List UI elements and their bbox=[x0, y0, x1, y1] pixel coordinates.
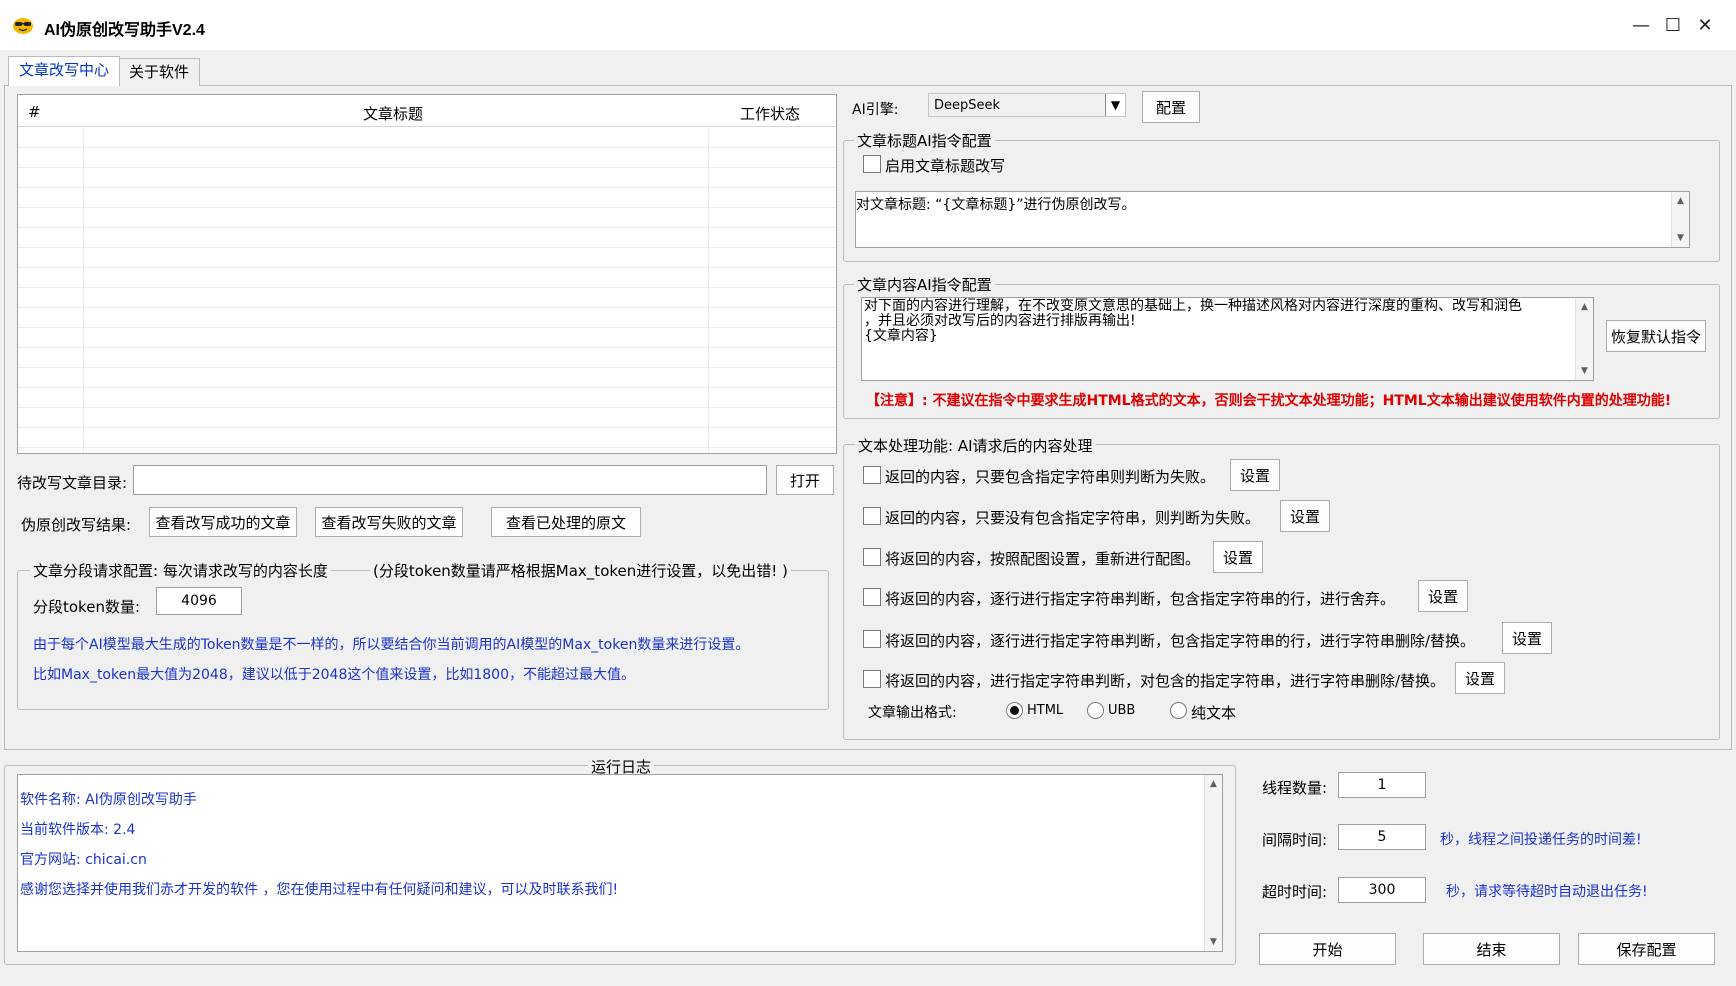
column-divider bbox=[708, 128, 709, 453]
scroll-up-icon[interactable]: ▲ bbox=[1576, 298, 1593, 316]
token-count-label: 分段token数量: bbox=[33, 598, 140, 616]
scroll-down-icon[interactable]: ▼ bbox=[1672, 229, 1689, 247]
ai-engine-selected-value: DeepSeek bbox=[934, 97, 1001, 113]
timeout-input[interactable]: 300 bbox=[1338, 877, 1426, 903]
minimize-button[interactable]: — bbox=[1624, 10, 1658, 40]
token-info-line-2: 比如Max_token最大值为2048，建议以低于2048这个值来设置，比如18… bbox=[33, 667, 635, 683]
content-prompt-legend: 文章内容AI指令配置 bbox=[854, 274, 995, 295]
save-config-button[interactable]: 保存配置 bbox=[1578, 933, 1715, 965]
table-header: # 文章标题 工作状态 bbox=[18, 95, 836, 127]
title-prompt-text: 对文章标题: “{文章标题}”进行伪原创改写。 bbox=[856, 197, 1136, 213]
title-prompt-textarea[interactable]: 对文章标题: “{文章标题}”进行伪原创改写。 ▲ ▼ bbox=[855, 191, 1690, 248]
content-prompt-scrollbar[interactable]: ▲ ▼ bbox=[1575, 298, 1593, 380]
option-label-1: 返回的内容，只要包含指定字符串则判断为失败。 bbox=[885, 468, 1216, 486]
chevron-down-icon[interactable]: ▼ bbox=[1105, 94, 1125, 116]
scroll-down-icon[interactable]: ▼ bbox=[1205, 933, 1222, 951]
option-checkbox-6[interactable] bbox=[863, 670, 881, 688]
output-format-label: 文章输出格式: bbox=[868, 705, 957, 721]
run-log-scrollbar[interactable]: ▲ ▼ bbox=[1204, 775, 1222, 951]
restore-default-prompt-button[interactable]: 恢复默认指令 bbox=[1606, 320, 1706, 352]
option-label-5: 将返回的内容，逐行进行指定字符串判断，包含指定字符串的行，进行字符串删除/替换。 bbox=[885, 632, 1476, 650]
option-settings-button-4[interactable]: 设置 bbox=[1418, 580, 1468, 612]
option-label-6: 将返回的内容，进行指定字符串判断，对包含的指定字符串，进行字符串删除/替换。 bbox=[885, 672, 1446, 690]
enable-title-rewrite-label: 启用文章标题改写 bbox=[885, 157, 1006, 175]
segment-config-note: (分段token数量请严格根据Max_token进行设置，以免出错! ) bbox=[370, 560, 791, 581]
window-title: AI伪原创改写助手V2.4 bbox=[44, 22, 205, 39]
open-directory-button[interactable]: 打开 bbox=[776, 465, 834, 495]
column-header-index[interactable]: # bbox=[28, 103, 41, 121]
tab-rewrite-center[interactable]: 文章改写中心 bbox=[8, 56, 121, 86]
view-processed-button[interactable]: 查看已处理的原文 bbox=[491, 507, 641, 537]
run-log-textarea[interactable]: 软件名称: AI伪原创改写助手 当前软件版本: 2.4 官方网站: chicai… bbox=[17, 774, 1223, 952]
timeout-label: 超时时间: bbox=[1262, 883, 1328, 901]
tab-about[interactable]: 关于软件 bbox=[118, 58, 201, 86]
option-checkbox-1[interactable] bbox=[863, 466, 881, 484]
option-settings-button-1[interactable]: 设置 bbox=[1230, 459, 1280, 491]
column-header-status[interactable]: 工作状态 bbox=[740, 103, 800, 124]
scroll-up-icon[interactable]: ▲ bbox=[1205, 775, 1222, 793]
format-radio-plaintext[interactable] bbox=[1170, 702, 1187, 719]
text-processing-legend: 文本处理功能: AI请求后的内容处理 bbox=[855, 435, 1096, 456]
option-settings-button-6[interactable]: 设置 bbox=[1455, 662, 1505, 694]
content-prompt-line-2: ，并且必须对改写后的内容进行排版再输出! bbox=[864, 313, 1136, 329]
option-settings-button-5[interactable]: 设置 bbox=[1502, 622, 1552, 654]
option-label-2: 返回的内容，只要没有包含指定字符串，则判断为失败。 bbox=[885, 509, 1261, 527]
format-label-plaintext: 纯文本 bbox=[1191, 704, 1237, 722]
option-checkbox-4[interactable] bbox=[863, 588, 881, 606]
maximize-button[interactable]: ☐ bbox=[1656, 10, 1690, 40]
thread-count-input[interactable]: 1 bbox=[1338, 772, 1426, 798]
log-line-1: 软件名称: AI伪原创改写助手 bbox=[20, 792, 197, 808]
ai-engine-label: AI引擎: bbox=[852, 102, 899, 118]
option-checkbox-3[interactable] bbox=[863, 548, 881, 566]
token-info-line-1: 由于每个AI模型最大生成的Token数量是不一样的，所以要结合你当前调用的AI模… bbox=[33, 637, 750, 653]
format-label-ubb: UBB bbox=[1108, 703, 1136, 718]
directory-label: 待改写文章目录: bbox=[17, 474, 128, 492]
engine-config-button[interactable]: 配置 bbox=[1142, 91, 1200, 123]
content-prompt-line-3: {文章内容} bbox=[864, 328, 938, 344]
column-header-title[interactable]: 文章标题 bbox=[363, 103, 423, 124]
directory-input[interactable] bbox=[133, 465, 767, 495]
option-label-4: 将返回的内容，逐行进行指定字符串判断，包含指定字符串的行，进行舍弃。 bbox=[885, 590, 1396, 608]
thread-count-label: 线程数量: bbox=[1262, 779, 1328, 797]
title-prompt-scrollbar[interactable]: ▲ ▼ bbox=[1671, 192, 1689, 247]
format-radio-ubb[interactable] bbox=[1087, 702, 1104, 719]
view-failed-button[interactable]: 查看改写失败的文章 bbox=[315, 507, 463, 537]
app-logo-icon bbox=[12, 16, 34, 34]
segment-config-legend: 文章分段请求配置: 每次请求改写的内容长度 bbox=[30, 560, 331, 581]
enable-title-rewrite-checkbox[interactable] bbox=[863, 155, 881, 173]
close-button[interactable]: ✕ bbox=[1688, 10, 1722, 40]
scroll-down-icon[interactable]: ▼ bbox=[1576, 362, 1593, 380]
log-line-2: 当前软件版本: 2.4 bbox=[20, 822, 136, 838]
log-line-4: 感谢您选择并使用我们赤才开发的软件 ，您在使用过程中有任何疑问和建议，可以及时联… bbox=[20, 882, 619, 898]
token-count-input[interactable]: 4096 bbox=[156, 587, 242, 615]
article-table[interactable]: # 文章标题 工作状态 bbox=[17, 94, 837, 454]
interval-note: 秒，线程之间投递任务的时间差! bbox=[1440, 832, 1642, 848]
log-line-3: 官方网站: chicai.cn bbox=[20, 852, 147, 868]
interval-label: 间隔时间: bbox=[1262, 831, 1328, 849]
title-bar bbox=[0, 0, 1736, 50]
view-success-button[interactable]: 查看改写成功的文章 bbox=[149, 507, 297, 537]
interval-input[interactable]: 5 bbox=[1338, 824, 1426, 850]
option-settings-button-2[interactable]: 设置 bbox=[1280, 500, 1330, 532]
content-prompt-line-1: 对下面的内容进行理解，在不改变原文意思的基础上，换一种描述风格对内容进行深度的重… bbox=[864, 298, 1522, 314]
option-checkbox-2[interactable] bbox=[863, 507, 881, 525]
content-prompt-textarea[interactable]: 对下面的内容进行理解，在不改变原文意思的基础上，换一种描述风格对内容进行深度的重… bbox=[861, 297, 1594, 381]
option-label-3: 将返回的内容，按照配图设置，重新进行配图。 bbox=[885, 550, 1201, 568]
column-divider bbox=[83, 128, 84, 453]
start-button[interactable]: 开始 bbox=[1259, 933, 1396, 965]
title-prompt-legend: 文章标题AI指令配置 bbox=[854, 130, 995, 151]
stop-button[interactable]: 结束 bbox=[1423, 933, 1560, 965]
results-label: 伪原创改写结果: bbox=[21, 516, 132, 534]
html-warning-text: 【注意】: 不建议在指令中要求生成HTML格式的文本，否则会干扰文本处理功能；H… bbox=[866, 393, 1672, 409]
ai-engine-select[interactable]: DeepSeek ▼ bbox=[928, 93, 1126, 117]
format-radio-html[interactable] bbox=[1006, 702, 1023, 719]
option-settings-button-3[interactable]: 设置 bbox=[1213, 541, 1263, 573]
format-label-html: HTML bbox=[1027, 703, 1064, 718]
option-checkbox-5[interactable] bbox=[863, 630, 881, 648]
table-body bbox=[18, 128, 836, 453]
timeout-note: 秒，请求等待超时自动退出任务! bbox=[1446, 884, 1648, 900]
scroll-up-icon[interactable]: ▲ bbox=[1672, 192, 1689, 210]
